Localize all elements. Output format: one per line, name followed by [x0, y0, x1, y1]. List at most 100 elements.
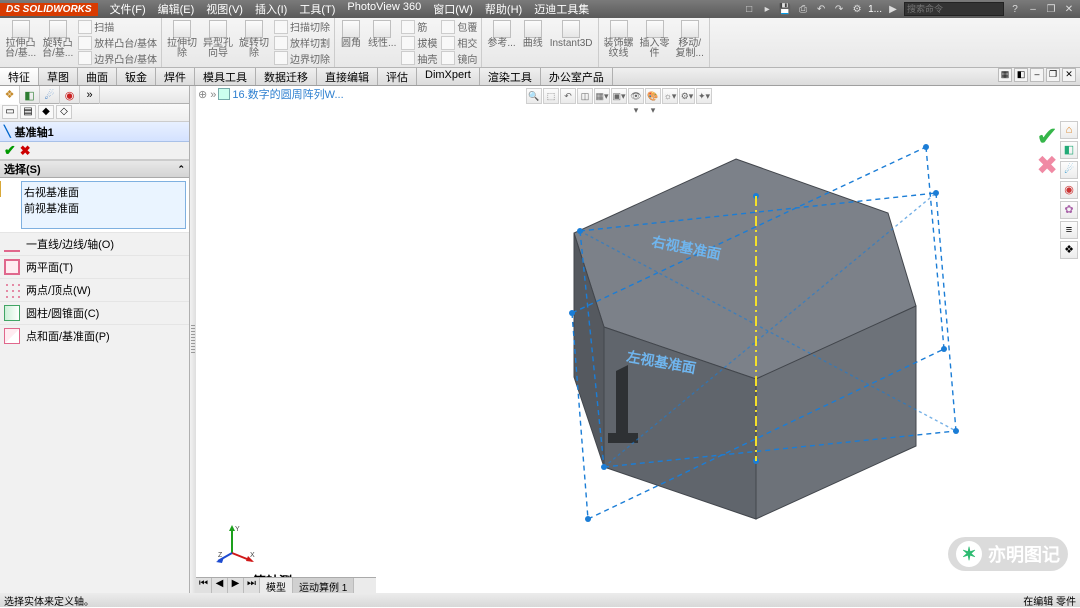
graphics-viewport[interactable]: ⊕ » 16.数字的圆周阵列W... 🔍 ⬚ ↶ ◫ ▦▾ ▣▾ 👁▾ 🎨▾ ☼…: [196, 86, 1080, 593]
redo-icon[interactable]: ↷: [832, 2, 846, 16]
sweep-button[interactable]: 扫描: [76, 19, 159, 35]
options-icon[interactable]: ⚙: [850, 2, 864, 16]
cosmetic-thread-button[interactable]: 装饰螺 纹线: [601, 19, 637, 66]
tab-nav-last[interactable]: ⏭: [244, 578, 260, 593]
orientation-triad[interactable]: YXZ: [216, 523, 256, 563]
undo-icon[interactable]: ↶: [814, 2, 828, 16]
display-style-icon[interactable]: ▣▾: [611, 88, 627, 104]
option-two-points[interactable]: 两点/顶点(W): [0, 278, 189, 301]
section-view-icon[interactable]: ◫: [577, 88, 593, 104]
tab-office[interactable]: 办公室产品: [541, 68, 613, 85]
shell-button[interactable]: 抽壳: [399, 50, 439, 66]
tab-motion-1[interactable]: 运动算例 1: [293, 578, 354, 593]
fm-tab-icon[interactable]: ❖: [0, 86, 20, 104]
tab-render[interactable]: 渲染工具: [480, 68, 541, 85]
tab-evaluate[interactable]: 评估: [378, 68, 417, 85]
corner-cancel-icon[interactable]: ✖: [1036, 150, 1058, 181]
breadcrumb-doc[interactable]: ⊕ » 16.数字的圆周阵列W...: [198, 86, 344, 102]
tab-mold[interactable]: 模具工具: [195, 68, 256, 85]
menu-edit[interactable]: 编辑(E): [158, 1, 195, 17]
mdi-close-icon[interactable]: ✕: [1062, 68, 1076, 82]
instant3d-button[interactable]: Instant3D: [547, 19, 596, 66]
open-icon[interactable]: ▸: [760, 2, 774, 16]
taskpane-custom-icon[interactable]: ≡: [1060, 221, 1078, 239]
tab-sheetmetal[interactable]: 钣金: [117, 68, 156, 85]
reference-geom-button[interactable]: 参考...: [484, 19, 518, 66]
new-icon[interactable]: □: [742, 2, 756, 16]
taskpane-view-icon[interactable]: ◉: [1060, 181, 1078, 199]
zoom-area-icon[interactable]: ⬚: [543, 88, 559, 104]
option-cyl-cone[interactable]: 圆柱/圆锥面(C): [0, 301, 189, 324]
prev-view-icon[interactable]: ↶: [560, 88, 576, 104]
help-icon[interactable]: ?: [1008, 2, 1022, 16]
option-two-planes[interactable]: 两平面(T): [0, 255, 189, 278]
scene-icon[interactable]: ☼▾: [662, 88, 678, 104]
wrap-button[interactable]: 包覆: [439, 19, 479, 35]
taskpane-design-icon[interactable]: ☄: [1060, 161, 1078, 179]
selection-listbox[interactable]: 右视基准面 前视基准面: [21, 181, 186, 229]
mdi-cascade-icon[interactable]: ◧: [1014, 68, 1028, 82]
config-tab-icon[interactable]: ☄: [40, 86, 60, 104]
menu-help[interactable]: 帮助(H): [485, 1, 522, 17]
tool-icon-2[interactable]: ▤: [20, 105, 36, 119]
tab-dimxpert[interactable]: DimXpert: [417, 68, 480, 85]
minimize-icon[interactable]: –: [1026, 2, 1040, 16]
tab-weldment[interactable]: 焊件: [156, 68, 195, 85]
menu-maddi[interactable]: 迈迪工具集: [534, 1, 589, 17]
insert-part-button[interactable]: 插入零 件: [637, 19, 673, 66]
pm-tab-icon[interactable]: ◧: [20, 86, 40, 104]
draft-button[interactable]: 拔模: [399, 35, 439, 51]
search-input[interactable]: [904, 2, 1004, 16]
menu-insert[interactable]: 插入(I): [255, 1, 287, 17]
selected-item-1[interactable]: 右视基准面: [24, 184, 183, 200]
print-icon[interactable]: ⎙: [796, 2, 810, 16]
move-copy-button[interactable]: 移动/ 复制...: [673, 19, 707, 66]
selected-item-2[interactable]: 前视基准面: [24, 200, 183, 216]
view-orient-icon[interactable]: ▦▾: [594, 88, 610, 104]
selection-section-header[interactable]: 选择(S) ⌃: [0, 160, 189, 178]
fillet-button[interactable]: 圆角: [337, 19, 365, 66]
taskpane-forum-icon[interactable]: ❖: [1060, 241, 1078, 259]
tool-icon-4[interactable]: ◇: [56, 105, 72, 119]
tab-nav-prev[interactable]: ◀: [212, 578, 228, 593]
extra-tab-icon[interactable]: »: [80, 86, 100, 104]
display-tab-icon[interactable]: ◉: [60, 86, 80, 104]
tab-model[interactable]: 模型: [260, 578, 293, 593]
revolve-boss-button[interactable]: 旋转凸 台/基...: [39, 19, 76, 66]
menu-view[interactable]: 视图(V): [206, 1, 243, 17]
tab-nav-first[interactable]: ⏮: [196, 578, 212, 593]
rib-button[interactable]: 筋: [399, 19, 439, 35]
render-icon[interactable]: ✦▾: [696, 88, 712, 104]
menu-photoview[interactable]: PhotoView 360: [347, 1, 421, 17]
sweep-cut-button[interactable]: 扫描切除: [272, 19, 332, 35]
tab-data[interactable]: 数据迁移: [256, 68, 317, 85]
corner-ok-icon[interactable]: ✔: [1036, 121, 1058, 151]
close-icon[interactable]: ✕: [1062, 2, 1076, 16]
selection-filter-icon[interactable]: [0, 181, 1, 197]
mdi-max-icon[interactable]: ❐: [1046, 68, 1060, 82]
tool-icon-1[interactable]: ▭: [2, 105, 18, 119]
tab-features[interactable]: 特征: [0, 68, 39, 85]
loft-cut-button[interactable]: 放样切割: [272, 35, 332, 51]
pm-ok-button[interactable]: ✔: [4, 142, 16, 159]
pin-icon[interactable]: ⊕ »: [198, 88, 216, 101]
menu-window[interactable]: 窗口(W): [433, 1, 473, 17]
extrude-cut-button[interactable]: 拉伸切 除: [164, 19, 200, 66]
pm-cancel-button[interactable]: ✖: [20, 143, 31, 159]
taskpane-home-icon[interactable]: ⌂: [1060, 121, 1078, 139]
tab-nav-next[interactable]: ▶: [228, 578, 244, 593]
hole-wizard-button[interactable]: 异型孔 向导: [200, 19, 236, 66]
zoom-fit-icon[interactable]: 🔍: [526, 88, 542, 104]
mdi-tile-icon[interactable]: ▦: [998, 68, 1012, 82]
boundary-button[interactable]: 边界凸台/基体: [76, 50, 159, 66]
maximize-icon[interactable]: ❐: [1044, 2, 1058, 16]
boundary-cut-button[interactable]: 边界切除: [272, 50, 332, 66]
option-point-face[interactable]: 点和面/基准面(P): [0, 324, 189, 347]
tab-sketch[interactable]: 草图: [39, 68, 78, 85]
tool-icon-3[interactable]: ◆: [38, 105, 54, 119]
taskpane-appear-icon[interactable]: ✿: [1060, 201, 1078, 219]
tab-surface[interactable]: 曲面: [78, 68, 117, 85]
linear-pattern-button[interactable]: 线性...: [365, 19, 399, 66]
tab-direct[interactable]: 直接编辑: [317, 68, 378, 85]
save-icon[interactable]: 💾: [778, 2, 792, 16]
